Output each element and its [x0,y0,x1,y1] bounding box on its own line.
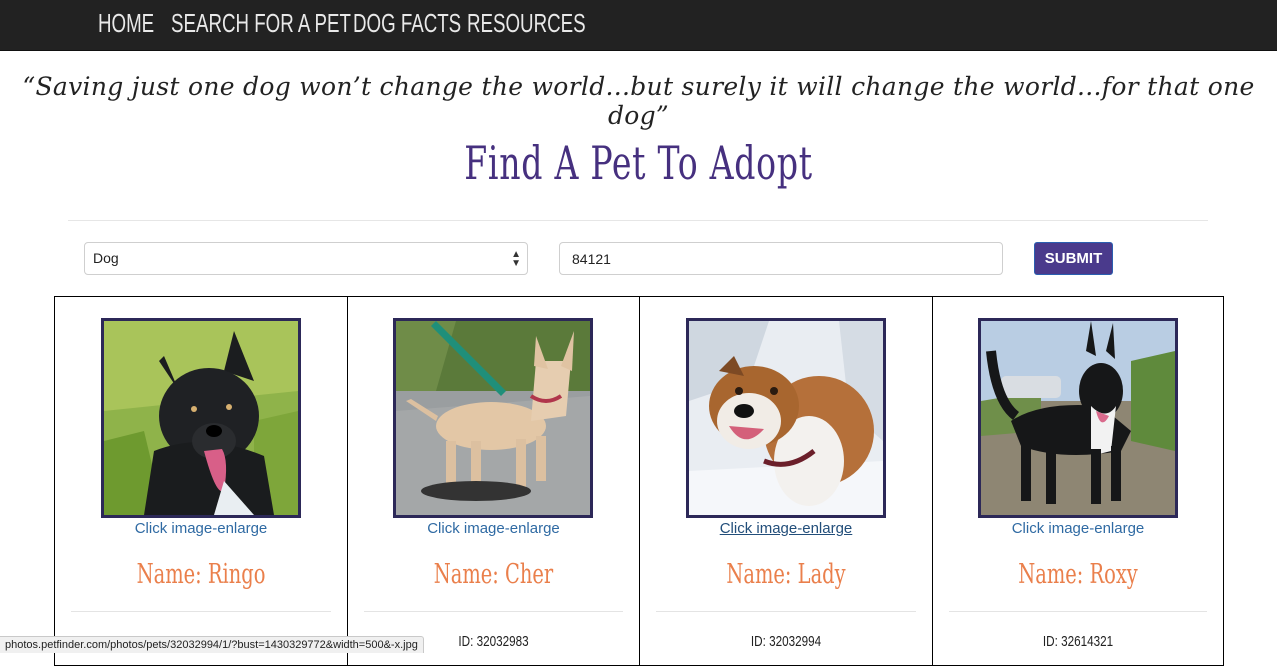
pet-card: Click image-enlarge Name: Ringo ID: 3203… [54,296,348,666]
select-updown-icon: ▲ ▼ [511,249,521,269]
card-divider [364,611,623,612]
card-divider [949,611,1207,612]
click-image-enlarge-link[interactable]: Click image-enlarge [55,520,347,537]
pet-name: Name: Roxy [1018,559,1138,590]
top-navbar: HOME SEARCH FOR A PET DOG FACTS RESOURCE… [0,0,1277,51]
pet-id: ID: 32614321 [1042,633,1114,650]
pet-card: Click image-enlarge Name: Lady ID: 32032… [639,296,933,666]
page-title: Find A Pet To Adopt [464,136,813,190]
pet-photo-cher[interactable] [393,318,593,518]
dog-quote: “Saving just one dog won’t change the wo… [22,72,1255,130]
browser-status-url: photos.petfinder.com/photos/pets/3203299… [0,636,424,653]
dog-photo-icon [104,321,298,515]
animal-type-selected-value: Dog [93,250,119,266]
animal-type-select[interactable]: Dog ▲ ▼ [84,242,528,275]
pet-name: Name: Ringo [136,559,266,590]
pet-card: Click image-enlarge Name: Cher ID: 32032… [347,296,640,666]
nav-search-for-a-pet[interactable]: SEARCH FOR A PET [171,4,351,44]
pet-name: Name: Cher [433,559,554,590]
pet-card: Click image-enlarge Name: Roxy ID: 32614… [932,296,1224,666]
pet-photo-lady[interactable] [686,318,886,518]
submit-button[interactable]: SUBMIT [1034,242,1113,275]
click-image-enlarge-link[interactable]: Click image-enlarge [348,520,639,537]
card-divider [71,611,331,612]
zip-code-input[interactable] [559,242,1003,275]
nav-dog-facts[interactable]: DOG FACTS [353,4,461,44]
pet-name: Name: Lady [726,559,846,590]
pet-id: ID: 32032994 [750,633,822,650]
dog-photo-icon [396,321,590,515]
pet-photo-roxy[interactable] [978,318,1178,518]
dog-photo-icon [689,321,883,515]
card-divider [656,611,916,612]
nav-home[interactable]: HOME [98,4,154,44]
nav-resources[interactable]: RESOURCES [467,4,586,44]
pet-photo-ringo[interactable] [101,318,301,518]
header-divider [68,220,1208,221]
click-image-enlarge-link[interactable]: Click image-enlarge [933,520,1223,537]
dog-photo-icon [981,321,1175,515]
click-image-enlarge-link[interactable]: Click image-enlarge [640,520,932,537]
